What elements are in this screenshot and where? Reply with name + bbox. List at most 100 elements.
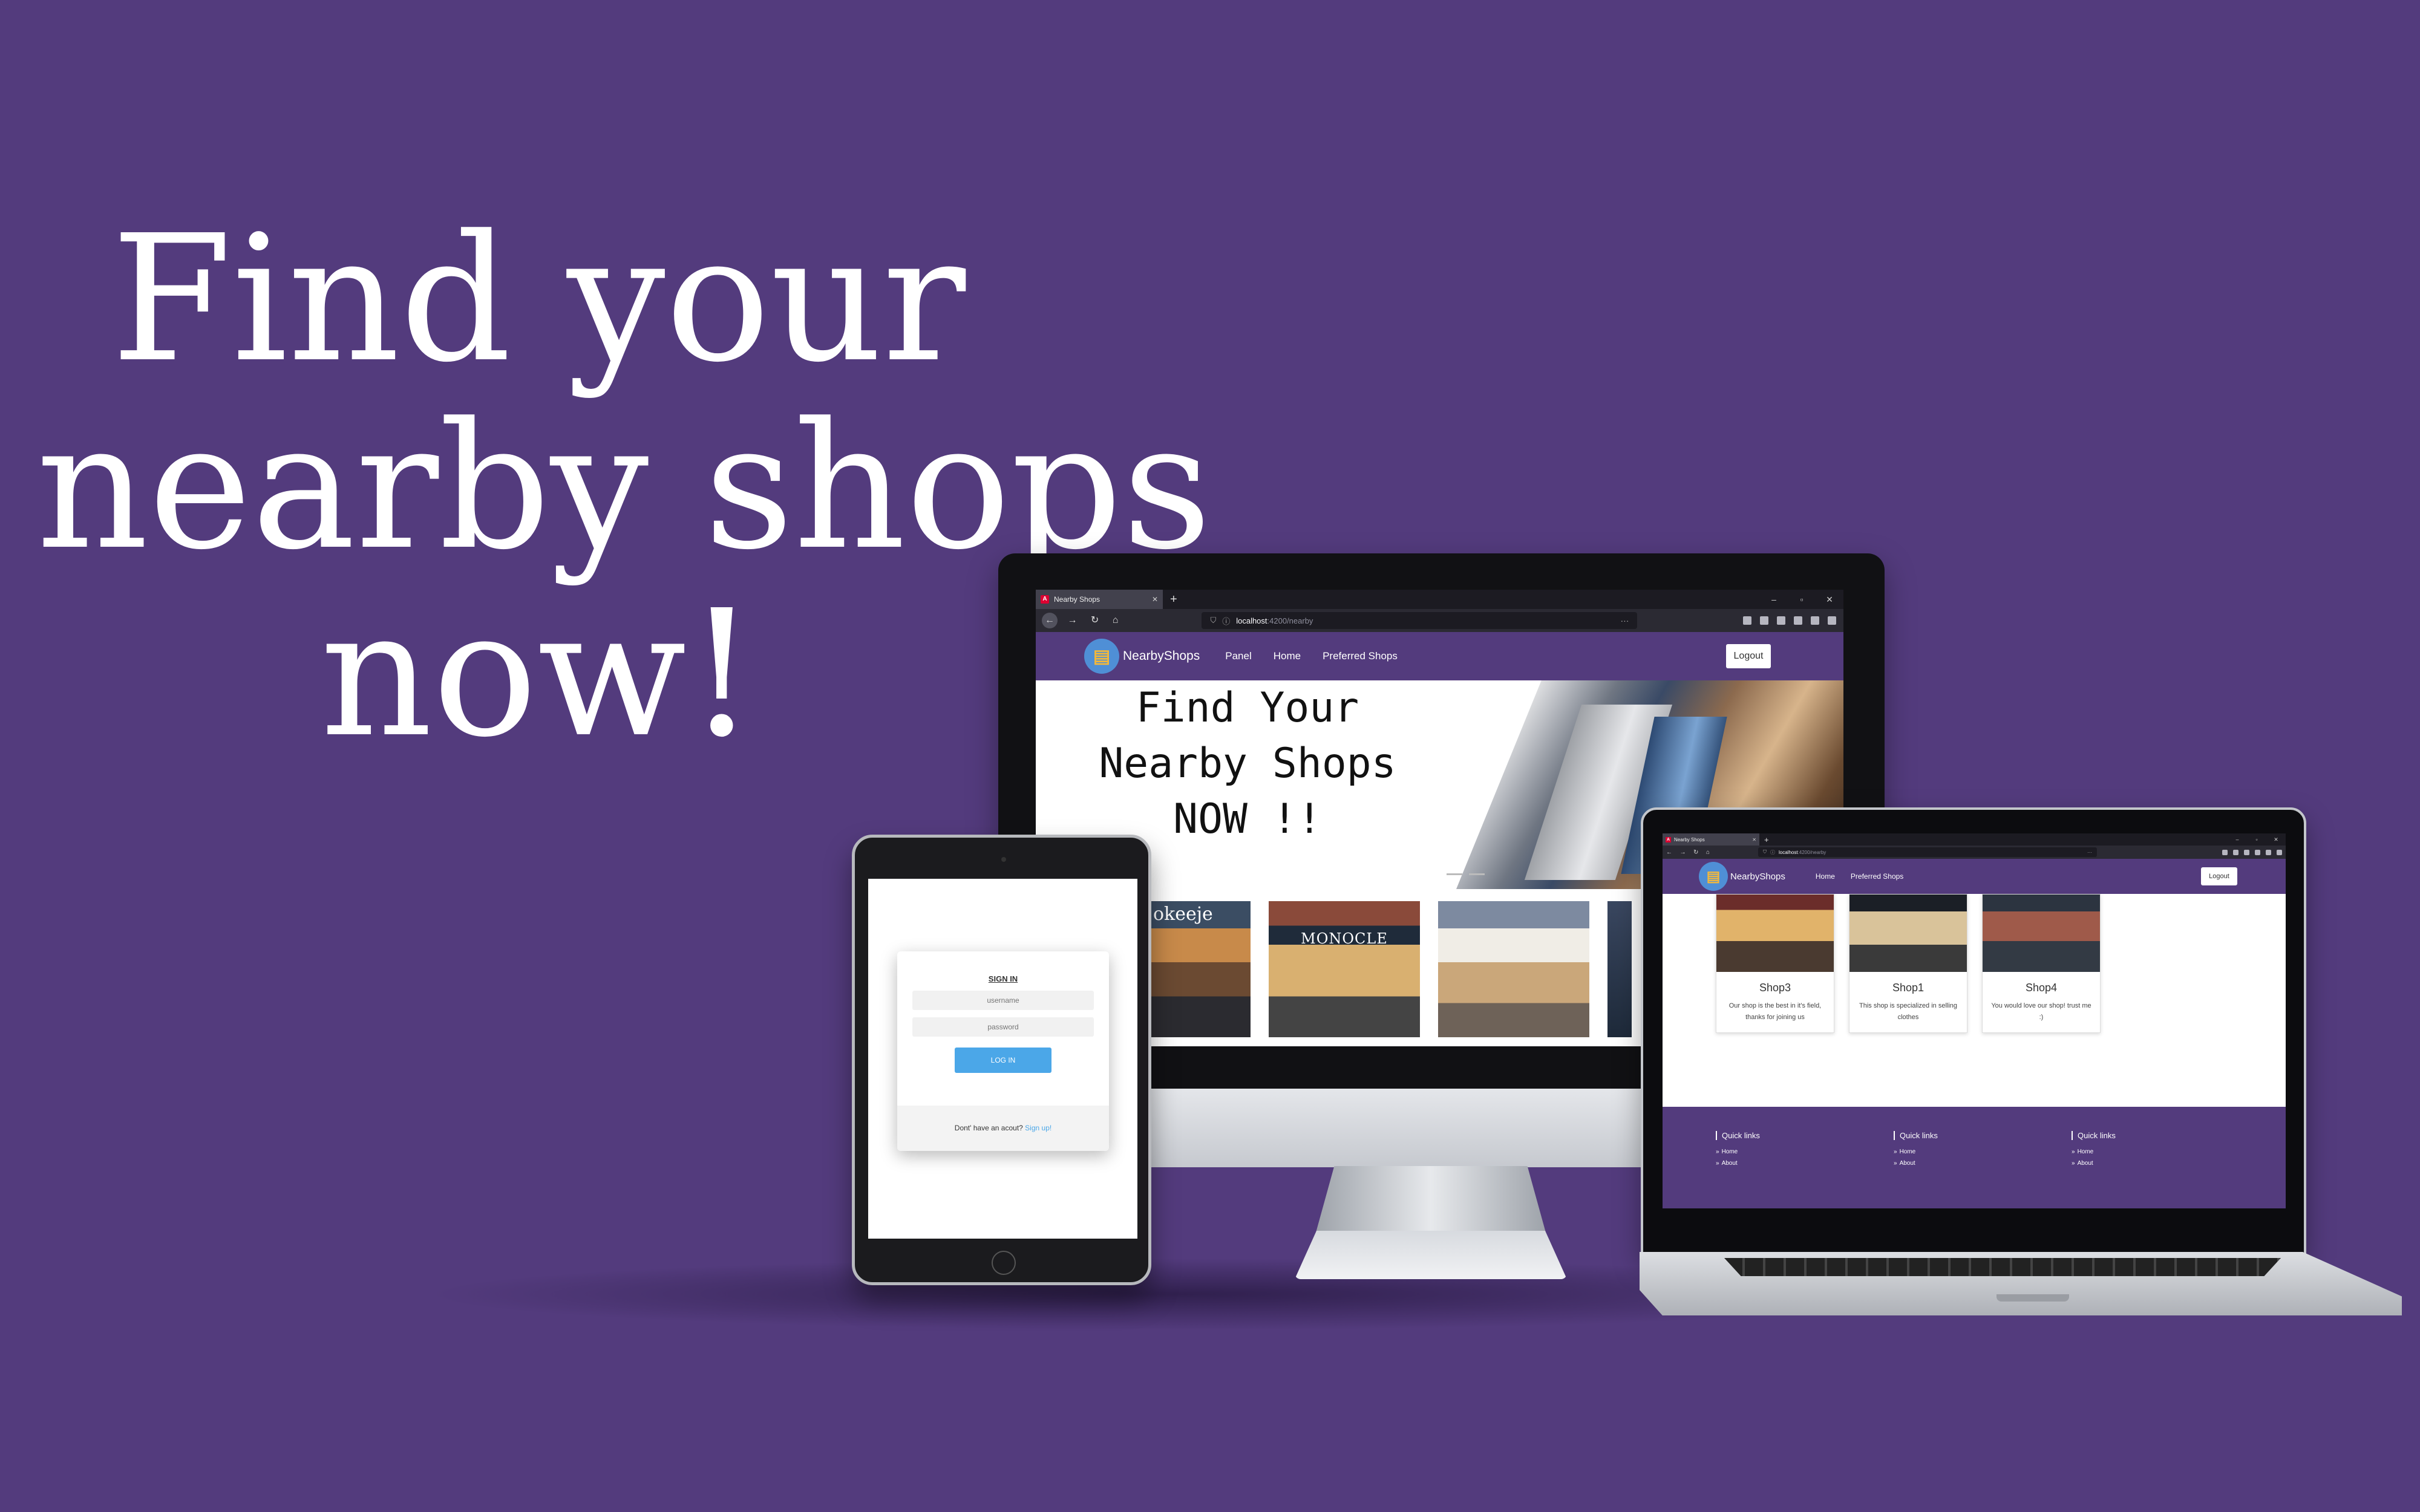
sidebar-icon[interactable] [2244, 849, 2249, 855]
browser-tab-bar: A Nearby Shops ✕ + – ▫ ✕ [1036, 590, 1843, 609]
brand-name[interactable]: NearbyShops [1730, 872, 1785, 882]
footer-link-home[interactable]: » Home [1894, 1149, 2072, 1155]
shop-photo[interactable]: MONOCLE [1269, 901, 1420, 1037]
logout-button[interactable]: Logout [2201, 867, 2237, 885]
close-window-icon[interactable]: ✕ [2266, 836, 2286, 843]
shop-card[interactable]: Shop1 This shop is specialized in sellin… [1849, 894, 1967, 1033]
carousel-indicator[interactable] [1425, 873, 1441, 875]
nav-link-preferred-shops[interactable]: Preferred Shops [1851, 872, 1903, 881]
footer-link-home[interactable]: » Home [1716, 1149, 1894, 1155]
download-icon[interactable] [2222, 849, 2228, 855]
signup-link[interactable]: Sign up! [1025, 1124, 1051, 1132]
menu-icon[interactable] [2277, 849, 2282, 855]
address-field[interactable]: ⛉ ⓘ localhost:4200/nearby ··· [1758, 847, 2097, 857]
nav-link-home[interactable]: Home [1274, 650, 1301, 662]
browser-tab[interactable]: A Nearby Shops ✕ [1663, 833, 1759, 846]
library-icon[interactable] [1760, 616, 1768, 625]
reload-icon[interactable]: ↻ [1091, 614, 1099, 626]
url-menu-icon[interactable]: ··· [2087, 850, 2092, 855]
shop-photo[interactable] [1607, 901, 1632, 1037]
home-icon[interactable]: ⌂ [1113, 615, 1119, 626]
footer-link-about[interactable]: » About [2072, 1160, 2249, 1167]
headline-line-2: nearby shops [36, 385, 1212, 588]
hero-line-1: Find Your [1136, 684, 1359, 732]
brand-name[interactable]: NearbyShops [1123, 649, 1200, 663]
nav-link-home[interactable]: Home [1816, 872, 1835, 881]
new-tab-plus-icon[interactable]: + [1764, 835, 1769, 844]
shield-icon: ⛉ [1762, 849, 1767, 855]
nav-link-panel[interactable]: Panel [1225, 650, 1251, 662]
footer-link-about[interactable]: » About [1894, 1160, 2072, 1167]
headline: Find your nearby shops now! [36, 198, 1212, 775]
signup-prompt: Dont' have an acout? [954, 1124, 1023, 1132]
address-field[interactable]: ⛉ ⓘ localhost:4200/nearby ··· [1202, 612, 1638, 629]
footer-link-home[interactable]: » Home [2072, 1149, 2249, 1155]
shop-photo[interactable] [1438, 901, 1589, 1037]
menu-icon[interactable] [1828, 616, 1836, 625]
browser-url-bar: ← → ↻ ⌂ ⛉ ⓘ localhost:4200/nearby ··· [1663, 846, 2286, 859]
shop-image [1716, 894, 1834, 972]
back-arrow-icon[interactable]: ← [1042, 613, 1058, 628]
login-button[interactable]: LOG IN [955, 1048, 1051, 1073]
site-footer: Quick links » Home » About Quick links » Ho… [1663, 1107, 2286, 1208]
shop-sign: MONOCLE [1301, 930, 1388, 947]
extension-icon[interactable] [2255, 849, 2260, 855]
library-icon[interactable] [2233, 849, 2238, 855]
footer-link-about[interactable]: » About [1716, 1160, 1894, 1167]
new-tab-plus-icon[interactable]: + [1170, 593, 1177, 607]
url-path: :4200/nearby [1267, 616, 1313, 625]
browser-tab[interactable]: A Nearby Shops ✕ [1036, 590, 1163, 609]
storefront-icon[interactable]: ▤ [1699, 862, 1728, 891]
forward-arrow-icon[interactable]: → [1067, 615, 1077, 626]
tablet-home-button[interactable] [992, 1251, 1016, 1275]
info-icon: ⓘ [1770, 849, 1775, 855]
logout-button[interactable]: Logout [1726, 644, 1771, 668]
account-icon[interactable] [1811, 616, 1819, 625]
browser-nav-buttons: ← → ↻ ⌂ [1666, 849, 1716, 856]
maximize-icon[interactable]: ▫ [1788, 595, 1816, 605]
password-input[interactable] [912, 1017, 1094, 1037]
footer-heading: Quick links [1894, 1131, 2072, 1140]
download-icon[interactable] [1743, 616, 1751, 625]
shop-name: Shop3 [1759, 982, 1791, 994]
reload-icon[interactable]: ↻ [1693, 849, 1698, 856]
username-input[interactable] [912, 991, 1094, 1010]
footer-link-label: About [1899, 1160, 1915, 1167]
sidebar-icon[interactable] [1777, 616, 1785, 625]
carousel-indicator[interactable] [1468, 873, 1485, 875]
headline-line-1: Find your [111, 198, 966, 400]
url-menu-icon[interactable]: ··· [1620, 616, 1629, 625]
shield-icon: ⛉ [1210, 616, 1217, 625]
headline-line-3: now! [320, 573, 757, 775]
footer-link-label: About [2077, 1160, 2093, 1167]
carousel-indicators [1423, 867, 1486, 878]
chevron-right-icon: » [2072, 1149, 2075, 1155]
close-window-icon[interactable]: ✕ [1816, 595, 1843, 605]
login-card: SIGN IN LOG IN Dont' have an acout? Sign… [897, 951, 1109, 1151]
browser-url-bar: ← → ↻ ⌂ ⛉ ⓘ localhost:4200/nearby ··· [1036, 609, 1843, 632]
browser-tab-bar: A Nearby Shops ✕ + – ▫ ✕ [1663, 833, 2286, 846]
storefront-icon[interactable]: ▤ [1084, 639, 1119, 674]
footer-link-label: Home [2077, 1149, 2094, 1155]
extension-icon[interactable] [1794, 616, 1802, 625]
shop-description: This shop is specialized in selling clot… [1859, 1002, 1958, 1021]
home-icon[interactable]: ⌂ [1706, 849, 1710, 856]
url-host: localhost [1236, 616, 1267, 625]
carousel-indicator[interactable] [1447, 873, 1463, 875]
maximize-icon[interactable]: ▫ [2247, 836, 2266, 843]
shop-card[interactable]: Shop3 Our shop is the best in it's field… [1716, 894, 1834, 1033]
tab-close-icon[interactable]: ✕ [1752, 837, 1756, 842]
minimize-icon[interactable]: – [1760, 595, 1788, 605]
shop-card[interactable]: Shop4 You would love our shop! trust me … [1982, 894, 2101, 1033]
nav-link-preferred-shops[interactable]: Preferred Shops [1323, 650, 1398, 662]
tab-close-icon[interactable]: ✕ [1152, 595, 1158, 604]
footer-column: Quick links » Home » About [1894, 1131, 2072, 1208]
back-arrow-icon[interactable]: ← [1666, 849, 1672, 856]
shop-name: Shop1 [1892, 982, 1925, 994]
shop-photo[interactable]: okeeje [1145, 901, 1251, 1037]
minimize-icon[interactable]: – [2228, 836, 2247, 843]
footer-heading: Quick links [1716, 1131, 1894, 1140]
tablet-camera [1001, 857, 1006, 862]
forward-arrow-icon[interactable]: → [1680, 849, 1686, 856]
account-icon[interactable] [2266, 849, 2271, 855]
